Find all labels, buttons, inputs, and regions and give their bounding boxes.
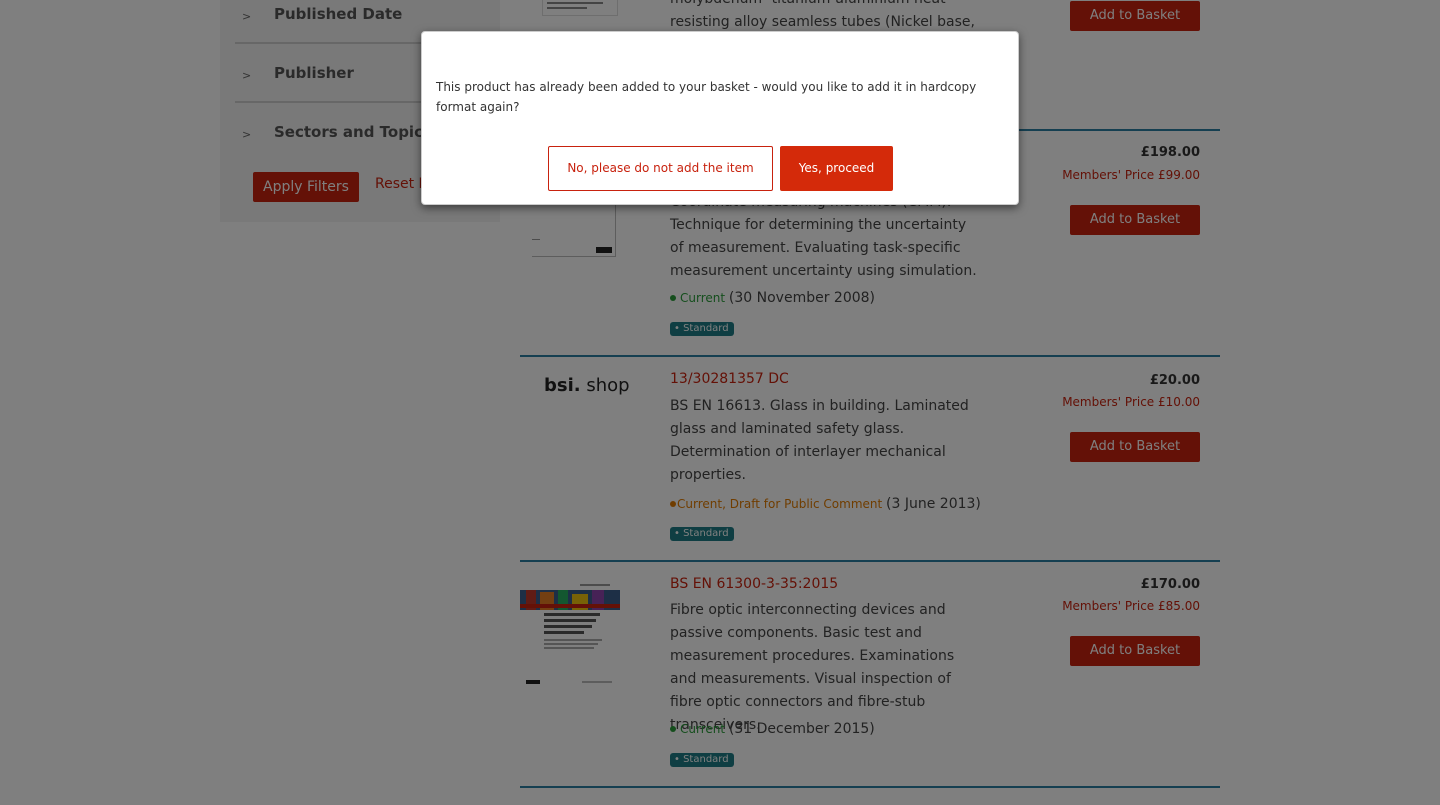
decline-button[interactable]: No, please do not add the item — [548, 146, 773, 191]
confirm-dialog: This product has already been added to y… — [421, 31, 1019, 205]
dialog-message: This product has already been added to y… — [436, 80, 977, 114]
proceed-button[interactable]: Yes, proceed — [780, 146, 893, 191]
